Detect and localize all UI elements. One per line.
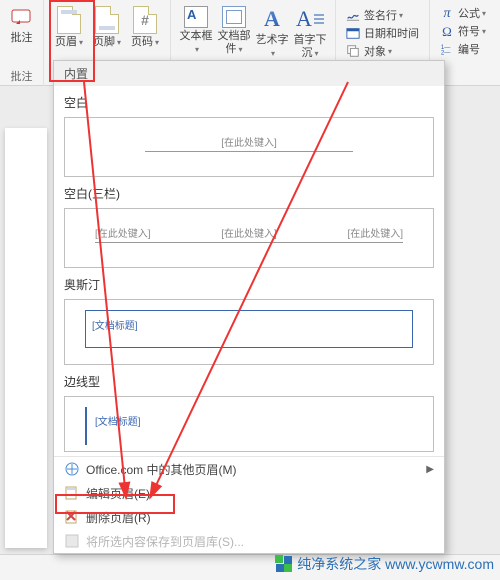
template-preview-blank3[interactable]: [在此处键入] [在此处键入] [在此处键入] [64,208,434,268]
remove-header-icon [64,509,80,525]
document-page [5,128,47,548]
save-to-header-gallery: 将所选内容保存到页眉库(S)... [54,529,444,553]
watermark: 纯净系统之家 www.ycwmw.com [275,554,494,574]
comment-button[interactable]: 批注 [3,4,41,68]
datetime-button[interactable]: 日期和时间 [342,24,423,42]
template-preview-blank[interactable]: [在此处键入] [64,117,434,177]
more-headers-office-com[interactable]: Office.com 中的其他页眉(M) ▶ [54,457,444,481]
gallery-footer: Office.com 中的其他页眉(M) ▶ 编辑页眉(E) 删除页眉(R) 将… [54,456,444,553]
signature-line-button[interactable]: 签名行▾ [342,6,423,24]
template-title-sideline: 边线型 [64,373,434,390]
wordart-icon: A [264,6,280,32]
template-title-austin: 奥斯汀 [64,276,434,293]
edit-header-icon [64,485,80,501]
quick-parts-button[interactable]: 文档部件▾ [215,4,253,68]
header-button[interactable]: 页眉▾ [50,4,88,68]
template-title-blank: 空白 [64,94,434,111]
quick-parts-icon [222,6,246,28]
wordart-button[interactable]: A 艺术字▾ [253,4,291,68]
remove-header[interactable]: 删除页眉(R) [54,505,444,529]
office-icon [64,461,80,477]
dropcap-icon: A [296,6,324,32]
edit-header[interactable]: 编辑页眉(E) [54,481,444,505]
object-button[interactable]: 对象▾ [342,42,423,60]
gallery-section-builtin: 内置 [54,61,444,86]
template-title-blank3: 空白(三栏) [64,185,434,202]
save-icon [64,533,80,549]
number-button[interactable]: 1—2— 编号 [436,40,490,58]
watermark-logo-icon [275,555,293,573]
page-number-button[interactable]: # 页码▾ [126,4,164,68]
header-gallery-dropdown: 内置 空白 [在此处键入] 空白(三栏) [在此处键入] [在此处键入] [在此… [53,60,445,554]
textbox-button[interactable]: A 文本框▾ [177,4,215,68]
page-number-icon: # [133,6,157,34]
symbol-button[interactable]: Ω 符号▾ [436,22,490,40]
template-preview-austin[interactable]: [文档标题] [64,299,434,365]
group-comment: 批注 批注 [0,0,44,86]
group-label-comment: 批注 [11,70,33,84]
header-icon [57,6,81,34]
dropcap-button[interactable]: A 首字下沉▾ [291,4,329,68]
chevron-right-icon: ▶ [426,464,434,475]
footer-button[interactable]: 页脚▾ [88,4,126,68]
equation-button[interactable]: π 公式▾ [436,4,490,22]
footer-icon [95,6,119,34]
template-preview-sideline[interactable]: [文档标题] [64,396,434,452]
svg-text:2—: 2— [441,49,451,56]
